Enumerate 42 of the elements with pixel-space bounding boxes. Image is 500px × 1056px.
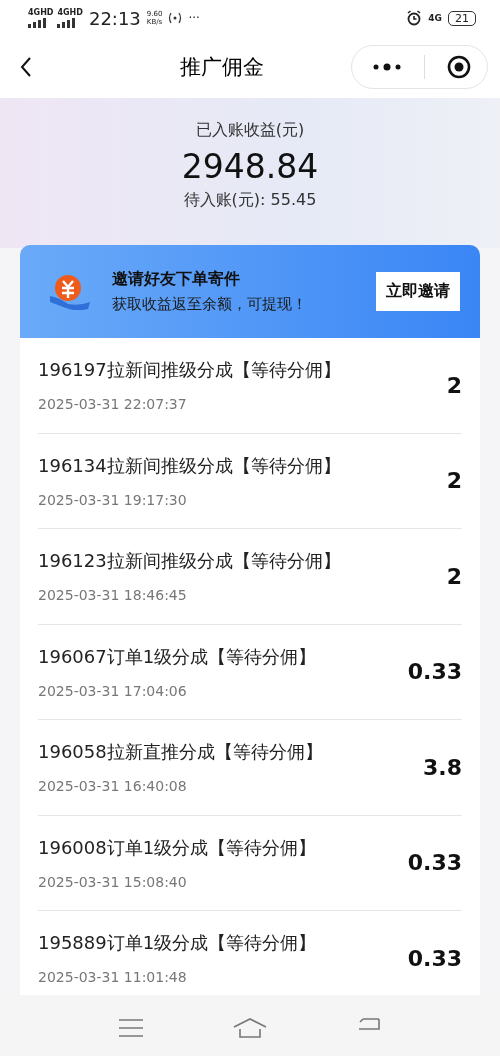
status-time: 22:13	[88, 7, 141, 29]
close-target-icon[interactable]	[447, 55, 471, 79]
banner-subtitle: 获取收益返至余额，可提现！	[112, 295, 308, 314]
record-time: 2025-03-31 15:08:40	[38, 873, 188, 890]
record-time: 2025-03-31 18:46:45	[38, 587, 188, 604]
record-title: 196123拉新间推级分成【等待分佣】	[38, 549, 342, 574]
more-icon[interactable]	[372, 62, 402, 72]
signal-indicator: 4GHD	[28, 8, 54, 28]
record-title: 196134拉新间推级分成【等待分佣】	[38, 453, 342, 478]
record-amount: 2	[446, 372, 462, 398]
record-amount: 0.33	[407, 850, 462, 876]
coin-hand-icon	[48, 273, 92, 310]
back-icon[interactable]	[20, 56, 32, 78]
record-time: 2025-03-31 19:17:30	[38, 491, 188, 508]
record-amount: 3.8	[423, 754, 462, 780]
record-title: 196197拉新间推级分成【等待分佣】	[38, 358, 342, 383]
invite-button[interactable]: 立即邀请	[376, 272, 460, 311]
menu-icon[interactable]	[119, 1017, 143, 1038]
earnings-amount: 2948.84	[181, 147, 319, 186]
record-time: 2025-03-31 16:40:08	[38, 778, 188, 795]
record-title: 195889订单1级分成【等待分佣】	[38, 931, 318, 956]
banner-title: 邀请好友下单寄件	[112, 269, 241, 290]
page-title: 推广佣金	[178, 54, 265, 81]
record-amount: 2	[446, 563, 462, 589]
home-icon[interactable]	[233, 1017, 267, 1038]
record-amount: 2	[446, 468, 462, 494]
record-time: 2025-03-31 17:04:06	[38, 682, 188, 699]
signal-indicator: 4GHD	[57, 8, 83, 28]
pending-amount: 待入账(元): 55.45	[183, 190, 317, 211]
record-title: 196067订单1级分成【等待分佣】	[38, 644, 318, 669]
alarm-icon	[406, 10, 423, 26]
record-time: 2025-03-31 11:01:48	[38, 969, 188, 986]
hotspot-icon	[168, 12, 183, 24]
record-title: 196008订单1级分成【等待分佣】	[38, 835, 318, 860]
record-time: 2025-03-31 22:07:37	[38, 396, 188, 413]
network-type: 4G	[428, 13, 442, 23]
battery-indicator: 21	[448, 10, 476, 26]
earnings-label: 已入账收益(元)	[195, 120, 305, 141]
record-amount: 0.33	[407, 659, 462, 685]
record-title: 196058拉新直推分成【等待分佣】	[38, 740, 324, 765]
more-indicator: ···	[188, 11, 200, 25]
record-amount: 0.33	[407, 945, 462, 971]
